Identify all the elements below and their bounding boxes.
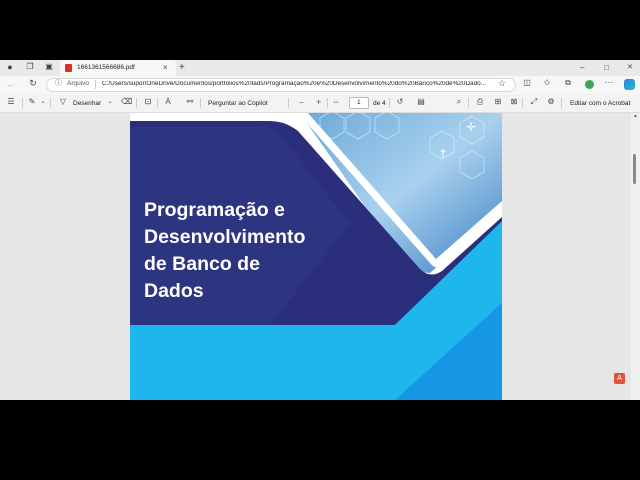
minimize-button[interactable]: – xyxy=(580,64,584,72)
page-number-value: 1 xyxy=(357,99,361,106)
settings-gear-icon[interactable]: ⚙ xyxy=(546,98,556,106)
split-screen-icon[interactable]: ◫ xyxy=(522,79,532,87)
copilot-icon[interactable] xyxy=(624,79,635,90)
url-text[interactable]: C:/Users/supor/OneDrive/Documentos/portf… xyxy=(102,81,490,87)
zoom-out-button[interactable]: − xyxy=(299,99,304,107)
extension-icon[interactable] xyxy=(585,80,594,89)
toolbar-divider xyxy=(327,98,328,108)
page-view-icon[interactable]: ▤ xyxy=(416,98,426,106)
toolbar-divider xyxy=(22,98,23,108)
tab-title: 1661361566686.pdf xyxy=(77,64,135,71)
top-letterbox xyxy=(0,0,640,60)
workspaces-icon[interactable]: ❐ xyxy=(24,63,36,71)
svg-text:↑: ↑ xyxy=(438,147,448,161)
read-aloud-icon[interactable]: A xyxy=(163,98,173,106)
toolbar-divider xyxy=(288,98,289,108)
scroll-up-icon[interactable]: ▲ xyxy=(632,114,639,119)
chevron-down-icon[interactable]: ⌄ xyxy=(106,99,114,105)
page-total-label: de 4 xyxy=(373,100,386,107)
save-icon[interactable]: ⊞ xyxy=(493,98,503,106)
search-icon[interactable]: ⌕ xyxy=(454,98,464,106)
pdf-page: ↑ ✛ Programação e Desenvolvimento de Ban… xyxy=(130,113,502,400)
back-icon[interactable]: ← xyxy=(6,80,16,89)
ask-copilot-button[interactable]: Perguntar ao Copilot xyxy=(208,100,268,108)
tab-actions-icon[interactable]: ▣ xyxy=(43,63,55,71)
zoom-in-button[interactable]: + xyxy=(316,98,321,107)
more-menu-icon[interactable]: ··· xyxy=(604,78,614,87)
scrollbar-thumb[interactable] xyxy=(633,154,636,184)
toolbar-divider xyxy=(522,98,523,108)
document-title-line: Dados xyxy=(144,280,204,302)
bottom-letterbox xyxy=(0,400,640,480)
document-title-line: de Banco de xyxy=(144,253,260,275)
tab-close-button[interactable]: × xyxy=(163,64,168,72)
url-divider xyxy=(95,80,96,89)
acrobat-icon[interactable]: A xyxy=(614,373,625,384)
highlight-icon[interactable]: ✎ xyxy=(27,98,37,106)
close-window-button[interactable]: ✕ xyxy=(627,64,633,71)
refresh-icon[interactable]: ↻ xyxy=(28,79,38,88)
eraser-icon[interactable]: ⌫ xyxy=(121,98,132,106)
toolbar-divider xyxy=(136,98,137,108)
profile-icon[interactable]: ● xyxy=(4,63,16,72)
pdf-file-icon xyxy=(65,64,72,72)
rotate-icon[interactable]: ↺ xyxy=(395,98,405,106)
maximize-button[interactable]: □ xyxy=(604,64,609,72)
fit-page-icon[interactable]: ⇔ xyxy=(331,98,341,106)
collections-icon[interactable]: ⧉ xyxy=(563,79,573,87)
document-title-line: Programação e xyxy=(144,199,285,221)
immersive-reader-icon[interactable]: ⚯ xyxy=(185,98,195,106)
new-tab-button[interactable]: + xyxy=(179,63,185,73)
toolbar-divider xyxy=(468,98,469,108)
print-icon[interactable]: ⎙ xyxy=(475,98,485,106)
save-as-icon[interactable]: ⊠ xyxy=(509,98,519,106)
toolbar-divider xyxy=(157,98,158,108)
toolbar-divider xyxy=(561,98,562,108)
draw-label[interactable]: Desenhar xyxy=(73,100,101,108)
svg-text:✛: ✛ xyxy=(466,120,476,134)
toolbar-divider xyxy=(50,98,51,108)
toolbar-divider xyxy=(200,98,201,108)
chevron-down-icon[interactable]: ⌄ xyxy=(39,99,47,105)
fullscreen-icon[interactable]: ⤢ xyxy=(529,98,539,106)
contents-icon[interactable]: ☰ xyxy=(6,98,16,106)
draw-icon[interactable]: ▽ xyxy=(58,98,68,106)
edit-with-acrobat-button[interactable]: Editar com o Acrobat xyxy=(570,100,630,108)
info-icon[interactable]: ⓘ xyxy=(54,80,63,87)
add-text-icon[interactable]: ⊡ xyxy=(143,98,153,106)
favorites-icon[interactable]: ✩ xyxy=(542,79,552,87)
document-title-line: Desenvolvimento xyxy=(144,226,306,248)
favorite-star-icon[interactable]: ☆ xyxy=(497,79,507,88)
toolbar-divider xyxy=(389,98,390,108)
url-scheme-label: Arquivo xyxy=(67,80,90,87)
